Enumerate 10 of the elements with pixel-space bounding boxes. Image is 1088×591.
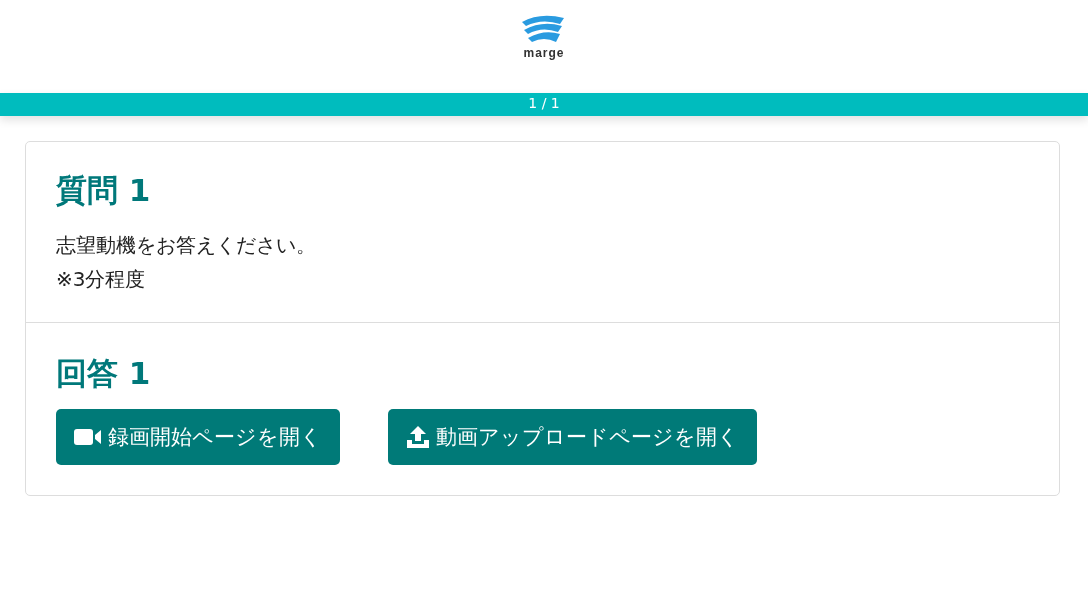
upload-button[interactable]: 動画アップロードページを開く — [388, 409, 757, 465]
question-text: ※3分程度 — [56, 266, 147, 293]
question-title: 質問 1 — [56, 171, 152, 210]
question-text: 志望動機をお答えください。 — [56, 232, 317, 259]
upload-icon — [406, 425, 430, 449]
video-camera-icon — [74, 428, 102, 446]
answer-title: 回答 1 — [56, 354, 152, 393]
progress-label: 1 / 1 — [528, 95, 560, 111]
logo-text: marge — [523, 46, 565, 60]
record-button[interactable]: 録画開始ページを開く — [56, 409, 340, 465]
